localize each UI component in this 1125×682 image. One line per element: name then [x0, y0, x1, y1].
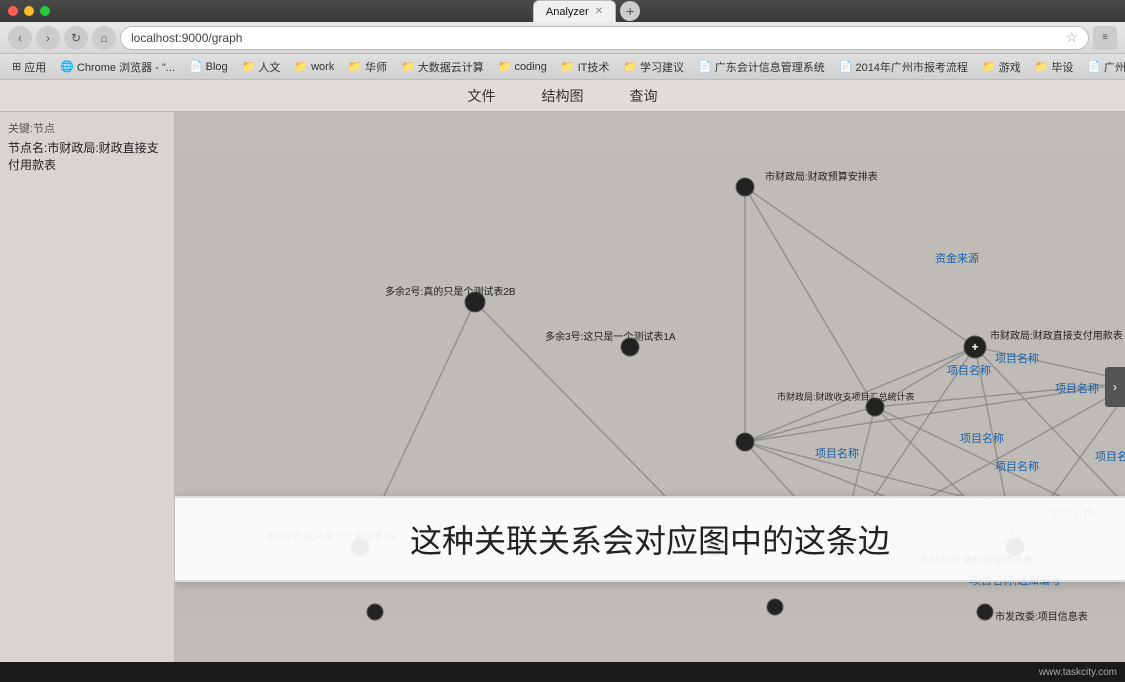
node-bottom1 [367, 604, 383, 620]
reload-button[interactable]: ↻ [64, 26, 88, 50]
bookmark-apps-label: 应用 [24, 59, 46, 75]
app-nav: 文件 结构图 查询 [0, 80, 1125, 112]
apps-icon: ⊞ [12, 60, 21, 73]
bookmark-gov[interactable]: 📄 广州公安网上办事大... [1081, 57, 1125, 77]
renwen-icon: 📁 [242, 60, 256, 73]
right-collapse-tab[interactable]: › [1105, 367, 1125, 407]
tab-close-button[interactable]: ✕ [595, 6, 603, 17]
sidebar-type: 关键:节点 [8, 120, 166, 136]
gov-icon: 📄 [1087, 60, 1101, 73]
browser-frame: Analyzer ✕ + ‹ › ↻ ⌂ localhost:9000/grap… [0, 0, 1125, 682]
bigdata-icon: 📁 [401, 60, 415, 73]
bookmark-exam[interactable]: 📄 2014年广州市报考流程 [833, 57, 974, 77]
finance-icon: 📄 [698, 60, 712, 73]
bookmark-coding[interactable]: 📁 coding [492, 58, 553, 75]
edge-label-proj3: 项目名称 [960, 431, 1004, 445]
bookmark-finance-label: 广东会计信息管理系统 [715, 59, 825, 75]
bookmark-work[interactable]: 📁 work [288, 58, 340, 75]
minimize-dot[interactable] [24, 6, 34, 16]
address-bar[interactable]: localhost:9000/graph ☆ [120, 26, 1089, 50]
edge-label-proj5: 项目名称 [995, 459, 1039, 473]
banner-overlay: 这种关联关系会对应图中的这条边 [175, 496, 1125, 582]
bookmark-chrome-label: Chrome 浏览器 - "... [77, 59, 175, 75]
menu-button[interactable]: ≡ [1093, 26, 1117, 50]
bookmark-renwen-label: 人文 [258, 59, 280, 75]
bookmark-exam-label: 2014年广州市报考流程 [855, 59, 967, 75]
bookmark-renwen[interactable]: 📁 人文 [236, 57, 287, 77]
node-n4-label: 市财政局:财政直接支付用款表 [990, 329, 1123, 342]
bookmark-thesis-label: 毕设 [1051, 59, 1073, 75]
node-n4-edge-label: 项目名称 [995, 351, 1039, 365]
thesis-icon: 📁 [1035, 60, 1049, 73]
back-button[interactable]: ‹ [8, 26, 32, 50]
browser-tab[interactable]: Analyzer ✕ [533, 0, 616, 22]
maximize-dot[interactable] [40, 6, 50, 16]
node-bottom2 [767, 599, 783, 615]
chrome-icon: 🌐 [60, 60, 74, 73]
games-icon: 📁 [982, 60, 996, 73]
bookmark-bigdata-label: 大数据云计算 [418, 59, 484, 75]
coding-icon: 📁 [498, 60, 512, 73]
status-bar: www.taskcity.com [0, 662, 1125, 682]
bookmark-gov-label: 广州公安网上办事大... [1104, 59, 1125, 75]
bookmark-thesis[interactable]: 📁 毕设 [1029, 57, 1080, 77]
bookmark-apps[interactable]: ⊞ 应用 [6, 57, 52, 77]
nav-query[interactable]: 查询 [622, 82, 666, 110]
node-n1 [736, 178, 754, 196]
edge-label-proj2: 项目名称 [1055, 381, 1099, 395]
nav-file[interactable]: 文件 [460, 82, 504, 110]
graph-area[interactable]: 资金来源 项目名称 项目名称 项目名称 项目名称 项目名称 项目名称 项目名称 … [175, 112, 1125, 662]
blog-icon: 📄 [189, 60, 203, 73]
bookmarks-bar: ⊞ 应用 🌐 Chrome 浏览器 - "... 📄 Blog 📁 人文 📁 w… [0, 54, 1125, 80]
node-n12 [736, 433, 754, 451]
bookmark-chrome[interactable]: 🌐 Chrome 浏览器 - "... [54, 57, 181, 77]
work-icon: 📁 [294, 60, 308, 73]
status-text: www.taskcity.com [1039, 667, 1117, 678]
node-n2-label: 多余2号:真的只是个测试表2B [385, 285, 516, 298]
close-dot[interactable] [8, 6, 18, 16]
tab-label: Analyzer [546, 6, 589, 18]
edge-label-zijin: 资金来源 [935, 251, 979, 265]
bookmark-blog[interactable]: 📄 Blog [183, 58, 234, 75]
study-icon: 📁 [623, 60, 637, 73]
node-n3-label: 多余3号:这只是一个测试表1A [545, 330, 676, 343]
app-area: 文件 结构图 查询 关键:节点 节点名:市财政局:财政直接支付用款表 [0, 80, 1125, 662]
it-icon: 📁 [561, 60, 575, 73]
node-bottom3 [977, 604, 993, 620]
huashi-icon: 📁 [348, 60, 362, 73]
bookmark-work-label: work [311, 61, 334, 73]
bookmark-study[interactable]: 📁 学习建议 [617, 57, 690, 77]
svg-text:+: + [971, 340, 978, 354]
bookmark-games[interactable]: 📁 游戏 [976, 57, 1027, 77]
bookmark-huashi[interactable]: 📁 华师 [342, 57, 393, 77]
sidebar: 关键:节点 节点名:市财政局:财政直接支付用款表 [0, 112, 175, 662]
bookmark-blog-label: Blog [206, 61, 228, 73]
bookmark-huashi-label: 华师 [365, 59, 387, 75]
node-n6-label: 市财政局:财政收支项目汇总统计表 [777, 391, 915, 402]
bookmark-coding-label: coding [514, 61, 546, 73]
node-bottom3-label: 市发改委:项目信息表 [995, 610, 1088, 623]
bookmark-finance[interactable]: 📄 广东会计信息管理系统 [692, 57, 831, 77]
home-button[interactable]: ⌂ [92, 26, 116, 50]
title-bar: Analyzer ✕ + [0, 0, 1125, 22]
banner-text: 这种关联关系会对应图中的这条边 [410, 523, 890, 559]
edge-label-proj4: 项目名称 [815, 446, 859, 460]
node-n1-label: 市财政局:财政预算安排表 [765, 170, 878, 183]
address-text: localhost:9000/graph [131, 31, 1065, 45]
bookmark-it-label: IT技术 [578, 59, 610, 75]
bookmark-bigdata[interactable]: 📁 大数据云计算 [395, 57, 490, 77]
sidebar-node-name: 节点名:市财政局:财政直接支付用款表 [8, 140, 166, 174]
edge-label-proj1: 项目名称 [947, 363, 991, 377]
new-tab-button[interactable]: + [620, 1, 640, 21]
nav-structure[interactable]: 结构图 [534, 82, 592, 110]
bookmark-star-icon[interactable]: ☆ [1065, 29, 1078, 46]
forward-button[interactable]: › [36, 26, 60, 50]
edge-label-proj6: 项目名称 [1095, 449, 1125, 463]
main-content: 关键:节点 节点名:市财政局:财政直接支付用款表 [0, 112, 1125, 662]
bookmark-it[interactable]: 📁 IT技术 [555, 57, 615, 77]
bookmark-games-label: 游戏 [999, 59, 1021, 75]
nav-bar: ‹ › ↻ ⌂ localhost:9000/graph ☆ ≡ [0, 22, 1125, 54]
bookmark-study-label: 学习建议 [640, 59, 684, 75]
exam-icon: 📄 [839, 60, 853, 73]
